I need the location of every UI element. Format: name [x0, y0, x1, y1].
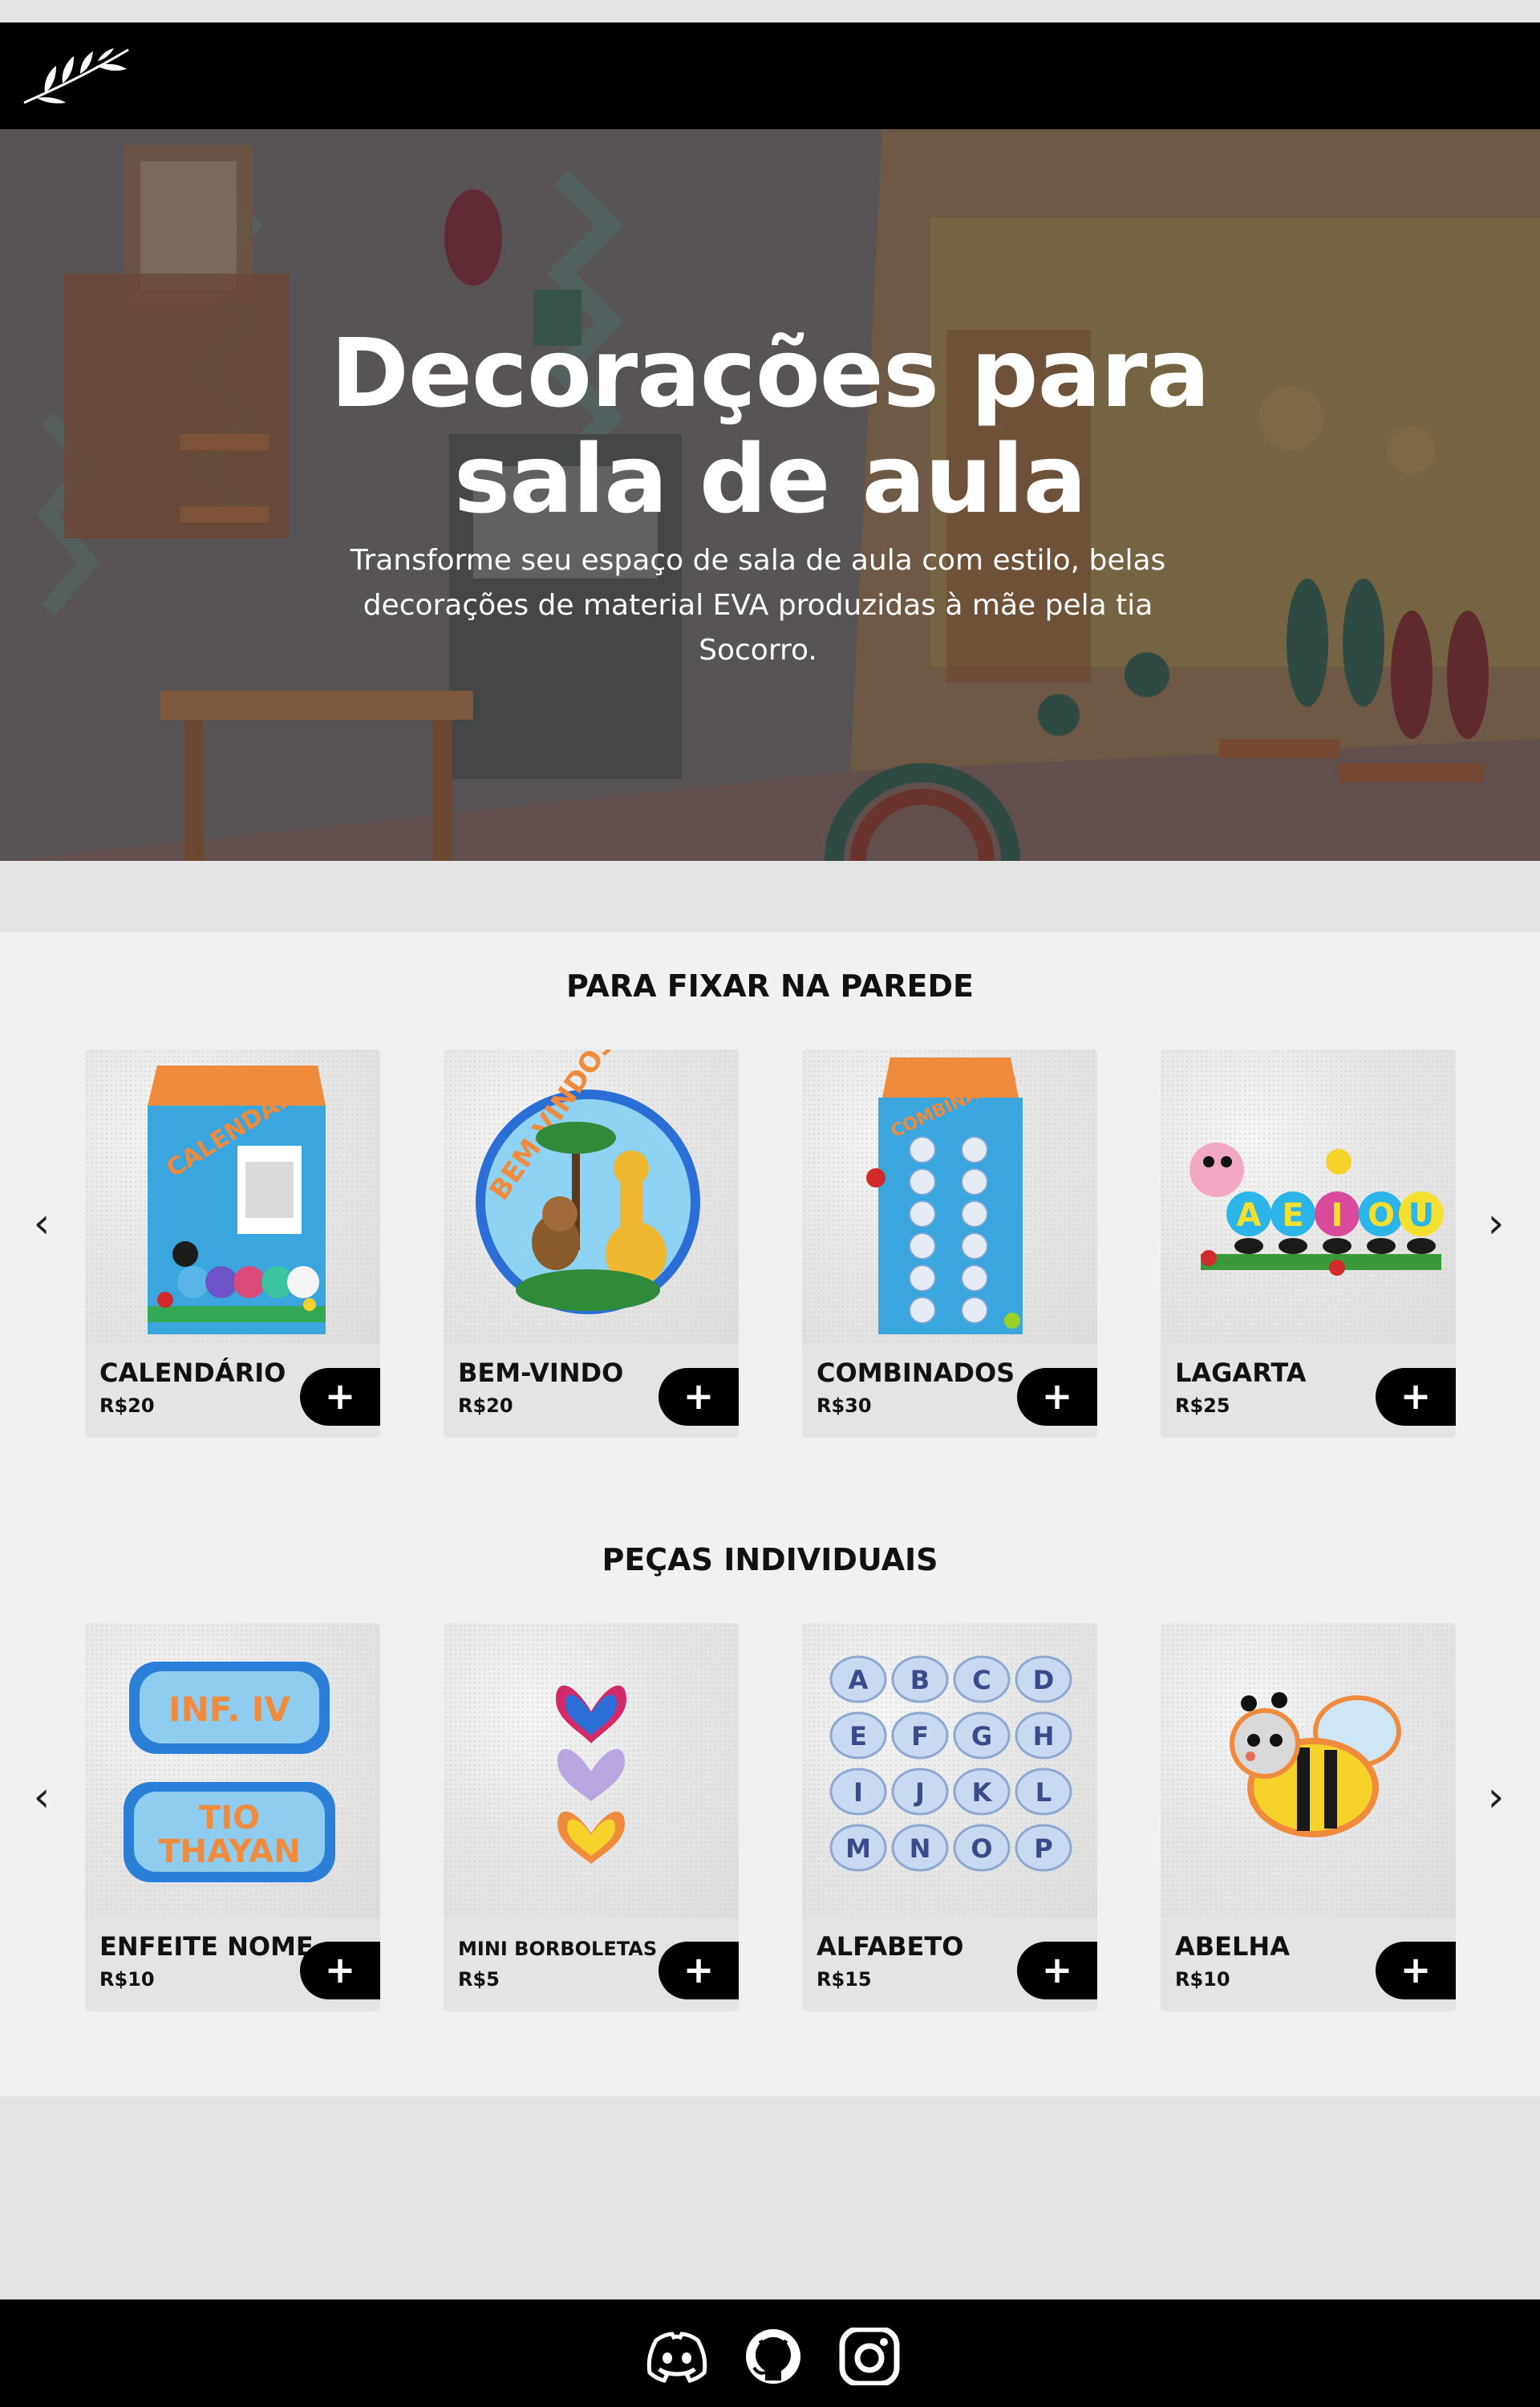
section-title-wall: PARA FIXAR NA PAREDE — [566, 968, 974, 1004]
plate-text: THAYAN — [158, 1833, 300, 1870]
alphabet-letter: H — [1033, 1721, 1055, 1751]
add-to-cart-button[interactable]: + — [659, 1942, 739, 1999]
rules-board-image: COMBINADOS — [802, 1049, 1097, 1345]
name-plates-image: INF. IV TIO THAYAN — [85, 1623, 380, 1918]
product-card-enfeite-nome[interactable]: INF. IV TIO THAYAN ENFEITE NOME R$10 + — [85, 1623, 380, 2011]
hero-subtitle: Transforme seu espaço de sala de aula co… — [350, 544, 1166, 667]
hero-banner: Decorações para sala de aula Transforme … — [0, 129, 1540, 861]
alphabet-letter: B — [910, 1665, 930, 1695]
product-card-calendario[interactable]: CALENDÁRIO CALENDÁRIO R$20 + — [85, 1049, 380, 1438]
alphabet-letter: D — [1033, 1665, 1055, 1695]
welcome-sign-image: BEM-VINDOS — [444, 1049, 739, 1345]
product-card-bem-vindo[interactable]: BEM-VINDOS BEM-VINDO R$20 + — [444, 1049, 739, 1438]
alphabet-letter: P — [1034, 1833, 1052, 1864]
product-card-mini-borboletas[interactable]: MINI BORBOLETAS R$5 + — [444, 1623, 739, 2011]
vowel-letter: A — [1237, 1197, 1262, 1234]
add-to-cart-button[interactable]: + — [659, 1368, 739, 1426]
product-name: CALENDÁRIO — [99, 1358, 286, 1388]
carousel-prev-pieces-button[interactable]: ‹ — [26, 1776, 58, 1818]
product-price: R$10 — [1175, 1968, 1230, 1991]
add-to-cart-button[interactable]: + — [300, 1942, 380, 1999]
instagram-icon[interactable] — [837, 2328, 902, 2385]
alphabet-letter: E — [849, 1721, 867, 1751]
vowel-letter: U — [1408, 1197, 1434, 1234]
product-price: R$5 — [458, 1968, 500, 1991]
alphabet-letter: M — [845, 1833, 871, 1864]
product-card-lagarta[interactable]: A E I O U LAGARTA R$25 + — [1161, 1049, 1456, 1438]
add-to-cart-button[interactable]: + — [1376, 1942, 1456, 1999]
product-price: R$25 — [1175, 1394, 1230, 1417]
product-price: R$15 — [817, 1968, 872, 1991]
product-name: LAGARTA — [1175, 1358, 1307, 1388]
navbar — [0, 22, 1540, 129]
alphabet-letter: G — [971, 1721, 992, 1751]
section-title-pieces: PEÇAS INDIVIDUAIS — [602, 1542, 938, 1577]
vowel-letter: O — [1368, 1197, 1395, 1234]
vowel-letter: I — [1331, 1197, 1343, 1234]
vowel-letter: E — [1282, 1197, 1303, 1234]
add-to-cart-button[interactable]: + — [1017, 1368, 1097, 1426]
product-name: MINI BORBOLETAS — [458, 1938, 658, 1960]
alphabet-letter: F — [911, 1721, 929, 1751]
hero-title-line-1: Decorações para — [330, 318, 1210, 428]
add-to-cart-button[interactable]: + — [1376, 1368, 1456, 1426]
alphabet-letter: K — [972, 1777, 993, 1808]
product-name: BEM-VINDO — [458, 1358, 624, 1388]
product-price: R$20 — [99, 1394, 155, 1417]
github-icon[interactable] — [741, 2328, 805, 2385]
plate-text: INF. IV — [168, 1690, 290, 1729]
alphabet-letter: I — [853, 1777, 863, 1808]
product-name: COMBINADOS — [817, 1358, 1015, 1388]
hero-title: Decorações para sala de aula — [0, 320, 1540, 532]
plate-text: TIO — [199, 1800, 260, 1837]
discord-icon[interactable] — [645, 2328, 709, 2385]
footer — [0, 2299, 1540, 2407]
carousel-next-wall-button[interactable]: › — [1480, 1203, 1512, 1244]
add-to-cart-button[interactable]: + — [300, 1368, 380, 1426]
calendar-decoration-image: CALENDÁRIO — [85, 1049, 380, 1345]
product-price: R$20 — [458, 1394, 513, 1417]
product-card-abelha[interactable]: ABELHA R$10 + — [1161, 1623, 1456, 2011]
alphabet-letter: C — [972, 1665, 991, 1695]
alphabet-clouds-image: A B C D E F G H I J K L M N O P — [802, 1623, 1097, 1918]
alphabet-letter: J — [914, 1777, 925, 1808]
alphabet-letter: O — [971, 1833, 992, 1864]
carousel-prev-wall-button[interactable]: ‹ — [26, 1203, 58, 1244]
bee-image — [1161, 1623, 1456, 1918]
product-price: R$30 — [817, 1394, 872, 1417]
product-name: ENFEITE NOME — [99, 1931, 314, 1962]
product-price: R$10 — [99, 1968, 155, 1991]
caterpillar-vowels-image: A E I O U — [1161, 1049, 1456, 1345]
product-card-combinados[interactable]: COMBINADOS COMBINADOS R$30 + — [802, 1049, 1097, 1438]
add-to-cart-button[interactable]: + — [1017, 1942, 1097, 1999]
product-card-alfabeto[interactable]: A B C D E F G H I J K L M N O P ALFABETO… — [802, 1623, 1097, 2011]
product-name: ALFABETO — [817, 1931, 964, 1962]
hero-title-line-2: sala de aula — [453, 424, 1087, 534]
leaf-branch-logo-icon[interactable] — [21, 43, 133, 108]
alphabet-letter: L — [1035, 1777, 1052, 1808]
alphabet-letter: A — [849, 1665, 869, 1695]
carousel-next-pieces-button[interactable]: › — [1480, 1776, 1512, 1818]
mini-butterflies-image — [444, 1623, 739, 1918]
products-section: PARA FIXAR NA PAREDE ‹ › CALENDÁRIO CALE… — [0, 932, 1540, 2096]
product-name: ABELHA — [1175, 1931, 1290, 1962]
alphabet-letter: N — [910, 1833, 931, 1864]
